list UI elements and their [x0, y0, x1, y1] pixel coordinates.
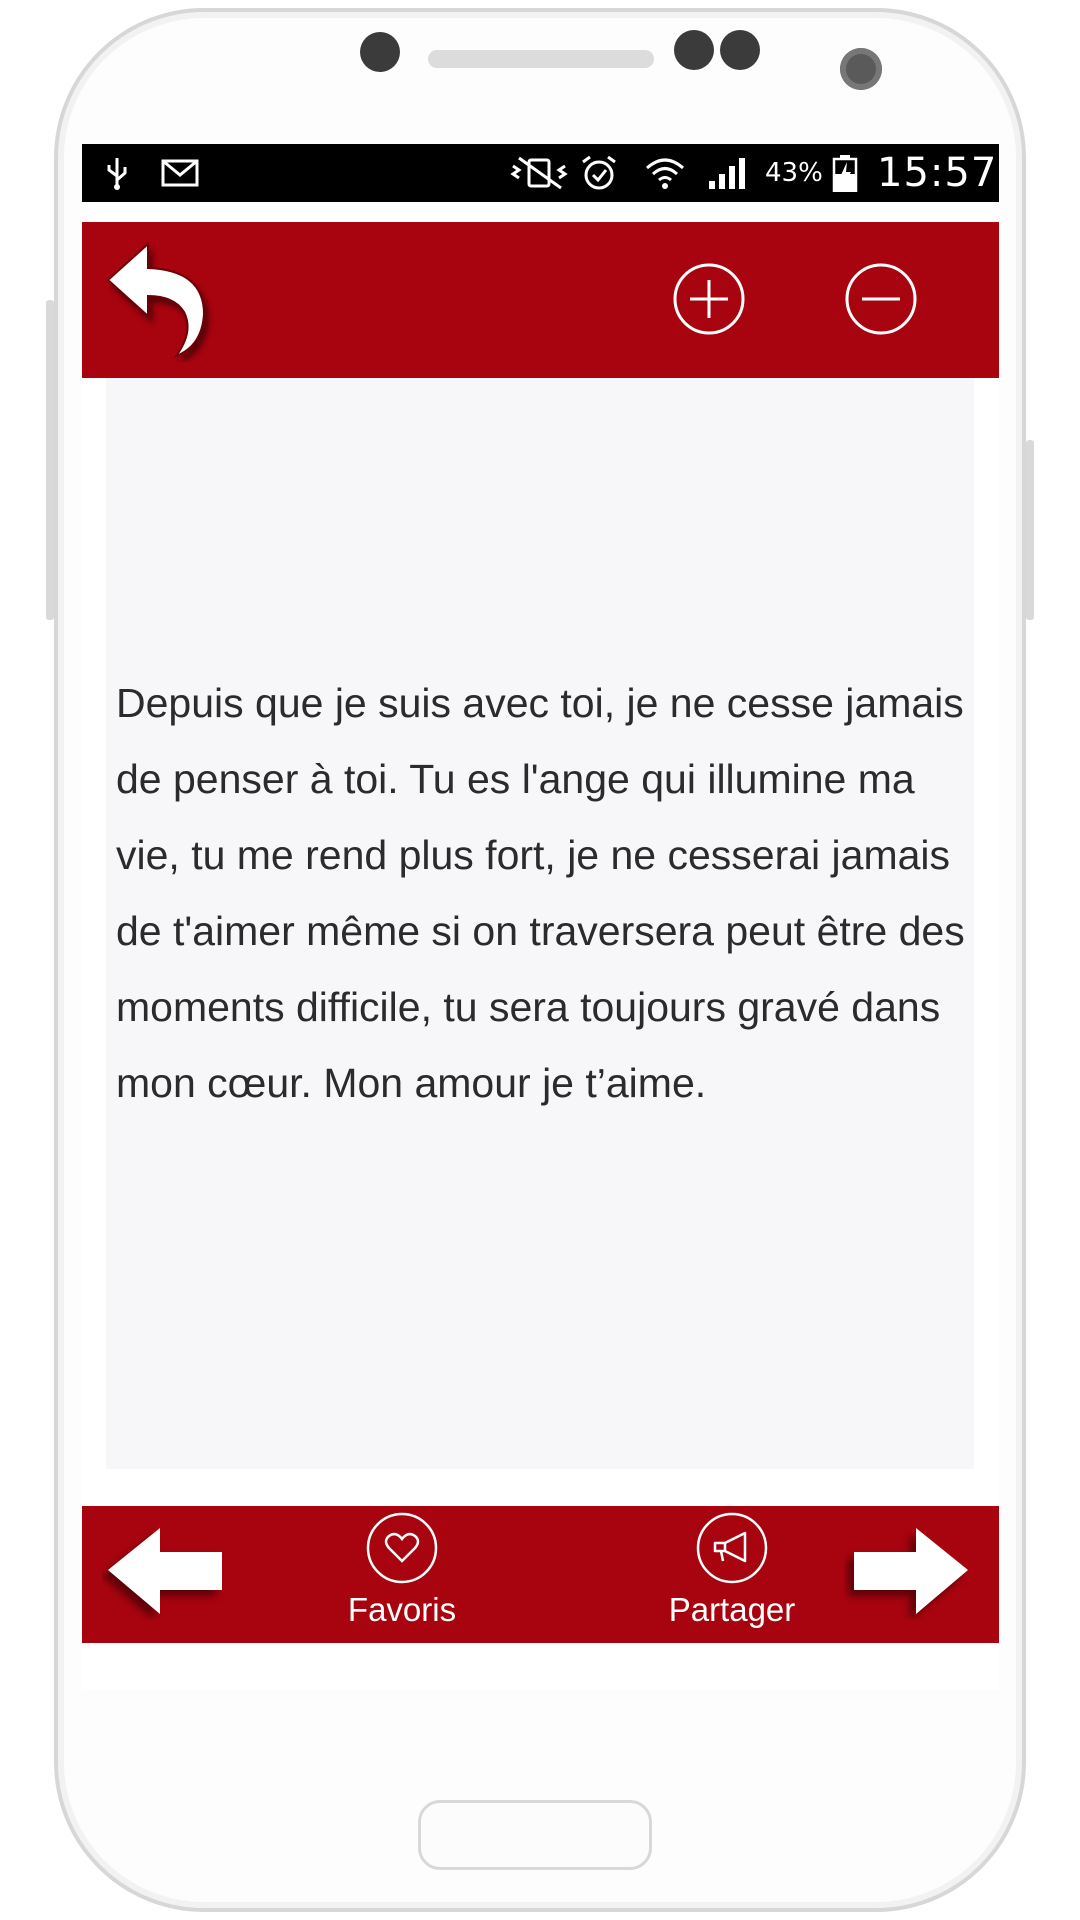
favorites-button[interactable]: Favoris — [332, 1506, 472, 1643]
battery-percent: 43% — [765, 158, 823, 188]
love-message-text: Depuis que je suis avec toi, je ne cesse… — [116, 680, 965, 1106]
top-toolbar — [82, 222, 999, 378]
clock-time: 15:57 — [877, 150, 998, 196]
gmail-icon — [160, 154, 200, 192]
earpiece-speaker — [428, 50, 654, 68]
previous-message-button[interactable] — [102, 1524, 232, 1620]
phone-side-button — [46, 300, 54, 620]
minus-circle-icon — [845, 263, 917, 335]
arrow-right-icon — [854, 1528, 968, 1614]
front-camera — [840, 48, 882, 90]
back-arrow-icon — [106, 241, 206, 359]
usb-icon — [102, 154, 132, 192]
plus-circle-icon — [673, 263, 745, 335]
megaphone-icon — [696, 1512, 768, 1584]
bottom-toolbar: Favoris Partager — [82, 1506, 999, 1643]
arrow-left-icon — [108, 1528, 222, 1614]
alarm-icon — [578, 154, 620, 192]
signal-icon — [706, 154, 750, 192]
sensor-dot — [674, 30, 714, 70]
wifi-icon — [642, 154, 688, 192]
message-card: Depuis que je suis avec toi, je ne cesse… — [106, 378, 974, 1469]
zoom-in-button[interactable] — [672, 262, 746, 336]
status-bar: 43% 15:57 — [82, 144, 999, 202]
vibrate-icon — [508, 154, 570, 192]
home-button[interactable] — [418, 1800, 652, 1870]
phone-side-button — [1026, 440, 1034, 620]
share-button[interactable]: Partager — [652, 1506, 812, 1643]
back-button[interactable] — [102, 234, 222, 362]
sensor-dot — [360, 32, 400, 72]
battery-icon — [830, 154, 860, 192]
next-message-button[interactable] — [844, 1524, 974, 1620]
share-label: Partager — [668, 1591, 796, 1628]
favorites-label: Favoris — [347, 1591, 457, 1628]
device-mockup: 43% 15:57 Depuis que je suis avec toi, j… — [0, 0, 1080, 1920]
sensor-dot — [720, 30, 760, 70]
heart-icon — [366, 1512, 438, 1584]
zoom-out-button[interactable] — [844, 262, 918, 336]
app-screen: 43% 15:57 Depuis que je suis avec toi, j… — [82, 144, 999, 1690]
